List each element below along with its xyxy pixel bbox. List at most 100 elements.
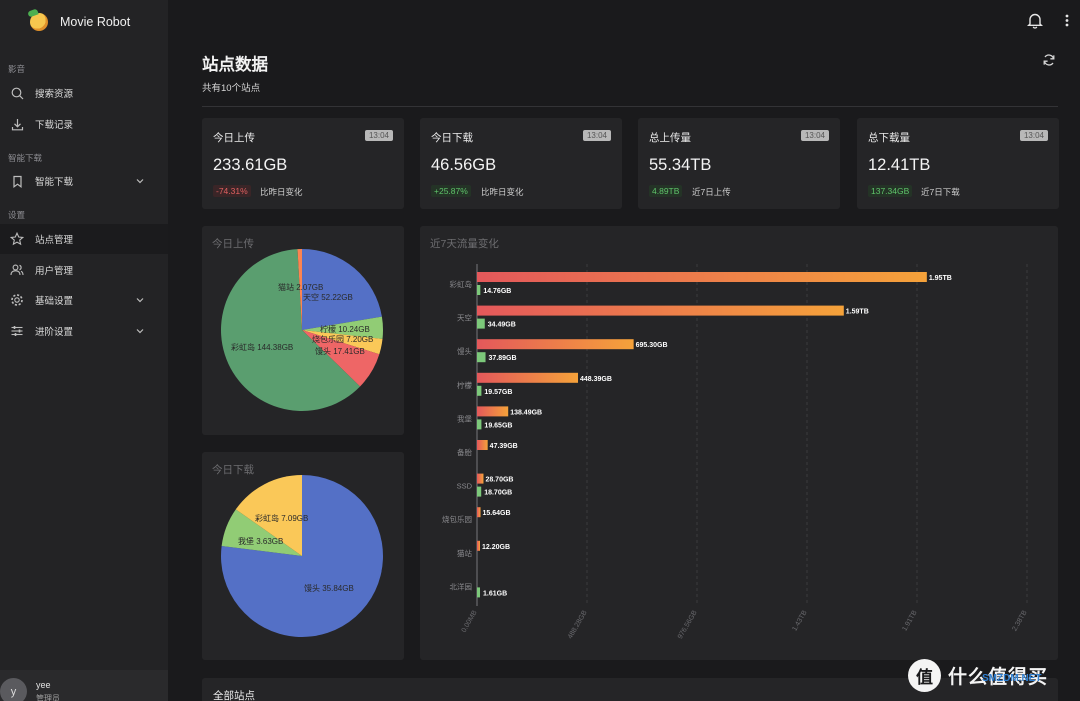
section-label-settings: 设置	[8, 210, 26, 220]
pie-slice-label: 烧包乐园 7.20GB	[312, 334, 373, 344]
stat-note: 比昨日变化	[481, 187, 524, 197]
sidebar-item-smart-download[interactable]: 智能下载	[0, 166, 168, 196]
user-role: 管理员	[36, 694, 60, 701]
bar-download[interactable]	[477, 318, 485, 329]
bar-value-label: 37.89GB	[489, 355, 517, 362]
bar-upload[interactable]	[477, 507, 481, 518]
y-category-label: 备胎	[457, 447, 472, 457]
x-tick-label: 0.00MB	[461, 609, 479, 634]
chevron-down-icon	[135, 176, 145, 186]
bar-value-label: 18.70GB	[484, 490, 512, 497]
stat-value: 12.41TB	[868, 156, 931, 174]
pie-chart-upload[interactable]: 天空 52.22GB 柠檬 10.24GB烧包乐园 7.20GB 馒头 17.41G…	[202, 226, 404, 435]
bar-upload[interactable]	[477, 339, 634, 350]
bar-upload[interactable]	[477, 473, 484, 484]
y-category-label: 北洋园	[450, 581, 473, 591]
all-sites-title: 全部站点	[213, 690, 255, 701]
y-category-label: 天空	[457, 313, 472, 323]
bar-download[interactable]	[477, 419, 482, 430]
stat-value: 233.61GB	[213, 156, 288, 174]
pie-chart-download[interactable]: 馒头 35.84GB 我堡 3.63GB 彩虹岛 7.09GB	[202, 452, 404, 660]
bar-value-label: 1.59TB	[846, 309, 869, 316]
download-icon	[10, 117, 24, 131]
watermark-logo: 值	[908, 658, 941, 692]
avatar[interactable]: y	[0, 678, 27, 701]
stat-card-total-download: 总下载量 13:04 12.41TB 137.34GB 近7日下载	[857, 118, 1059, 209]
stat-change-badge: -74.31%	[213, 185, 251, 197]
bar-value-label: 138.49GB	[510, 409, 542, 416]
bar-value-label: 19.65GB	[484, 422, 512, 429]
bar-value-label: 1.95TB	[929, 275, 952, 282]
stat-note: 比昨日变化	[260, 187, 303, 197]
pie-slice-label: 天空 52.22GB	[303, 292, 353, 302]
more-vertical-icon[interactable]	[1062, 12, 1072, 34]
page-subtitle: 共有10个站点	[202, 83, 261, 94]
search-icon	[10, 86, 24, 100]
x-tick-label: 1.43TB	[791, 609, 809, 632]
sidebar-item-label: 智能下载	[35, 177, 74, 188]
bar-value-label: 47.39GB	[490, 443, 518, 450]
sidebar-item-downloads[interactable]: 下载记录	[0, 109, 168, 139]
chart-7day-traffic: 近7天流量变化 0.00MB 488.28GB 976.56GB 1.43TB 1.91…	[420, 226, 1058, 660]
stat-card-total-upload: 总上传量 13:04 55.34TB 4.89TB 近7日上传	[638, 118, 840, 209]
bar-upload[interactable]	[477, 406, 509, 417]
y-category-label: 馒头	[457, 346, 472, 356]
y-category-label: 猫站	[457, 548, 472, 558]
bar-download[interactable]	[477, 385, 482, 396]
pie-slice-label: 猫站 2.07GB	[278, 282, 323, 292]
sidebar-item-label: 搜索资源	[35, 89, 74, 100]
bar-upload[interactable]	[477, 372, 579, 383]
stat-time-badge: 13:04	[800, 130, 829, 141]
y-category-label: 烧包乐园	[442, 514, 472, 524]
stat-label: 今日下载	[431, 132, 473, 144]
bar-upload[interactable]	[477, 440, 488, 450]
chart-today-download: 今日下载 馒头 35.84GB 我堡 3.63GB 彩虹岛 7.09GB	[202, 452, 404, 660]
sidebar-item-basic-settings[interactable]: 基础设置	[0, 285, 168, 315]
stat-label: 今日上传	[213, 132, 255, 144]
bar-value-label: 14.76GB	[483, 288, 511, 295]
stat-card-today-upload: 今日上传 13:04 233.61GB -74.31% 比昨日变化	[202, 118, 404, 209]
x-tick-label: 976.56GB	[677, 609, 699, 640]
stat-card-today-download: 今日下载 13:04 46.56GB +25.87% 比昨日变化	[420, 118, 622, 209]
bar-upload[interactable]	[477, 272, 927, 282]
stat-value: 46.56GB	[431, 156, 497, 174]
bar-value-label: 28.70GB	[485, 477, 513, 484]
star-icon	[10, 232, 24, 246]
bar-download[interactable]	[477, 352, 486, 363]
bar-upload[interactable]	[477, 540, 480, 551]
bar-value-label: 15.64GB	[483, 510, 511, 517]
stat-change-badge: 4.89TB	[649, 185, 683, 197]
section-label-smart: 智能下载	[8, 153, 43, 163]
brand[interactable]: Movie Robot	[30, 12, 130, 32]
bar-value-label: 34.49GB	[488, 322, 516, 329]
y-category-label: SSD	[457, 482, 473, 491]
y-category-label: 彩虹岛	[450, 279, 473, 289]
bar-download[interactable]	[477, 285, 481, 295]
sidebar-item-user-management[interactable]: 用户管理	[0, 255, 168, 285]
chevron-down-icon	[135, 326, 145, 336]
app-name: Movie Robot	[60, 15, 131, 29]
sidebar-item-site-management[interactable]: 站点管理	[0, 224, 168, 254]
stat-change-badge: 137.34GB	[868, 185, 913, 197]
x-tick-label: 488.28GB	[567, 609, 589, 640]
sidebar-item-label: 站点管理	[35, 235, 74, 246]
pie-slice-label: 彩虹岛 144.38GB	[231, 342, 293, 352]
sidebar-item-search[interactable]: 搜索资源	[0, 78, 168, 108]
bar-value-label: 695.30GB	[636, 342, 668, 349]
pie-slice-label: 馒头 17.41GB	[315, 346, 365, 356]
bar-value-label: 448.39GB	[580, 376, 612, 383]
refresh-icon[interactable]	[1042, 53, 1056, 67]
chart-today-upload: 今日上传 天空 52.22GB 柠檬 10.24GB 烧包乐园 7.20GB 馒头 1…	[202, 226, 404, 435]
bar-download[interactable]	[477, 587, 480, 598]
stat-time-badge: 13:04	[364, 130, 393, 141]
bar-download[interactable]	[477, 486, 482, 497]
bar-upload[interactable]	[477, 305, 844, 316]
bar-chart-traffic[interactable]: 0.00MB 488.28GB 976.56GB 1.43TB 1.91TB 2.38TB…	[420, 226, 1058, 660]
watermark-domain: SMZDM.NET	[982, 673, 1042, 684]
app-logo-icon	[30, 13, 48, 31]
stat-change-badge: +25.87%	[431, 185, 471, 197]
stat-label: 总上传量	[649, 132, 691, 144]
sidebar-item-advanced-settings[interactable]: 进阶设置	[0, 316, 168, 346]
sidebar-item-label: 用户管理	[35, 266, 74, 277]
bell-icon[interactable]	[1027, 12, 1043, 34]
